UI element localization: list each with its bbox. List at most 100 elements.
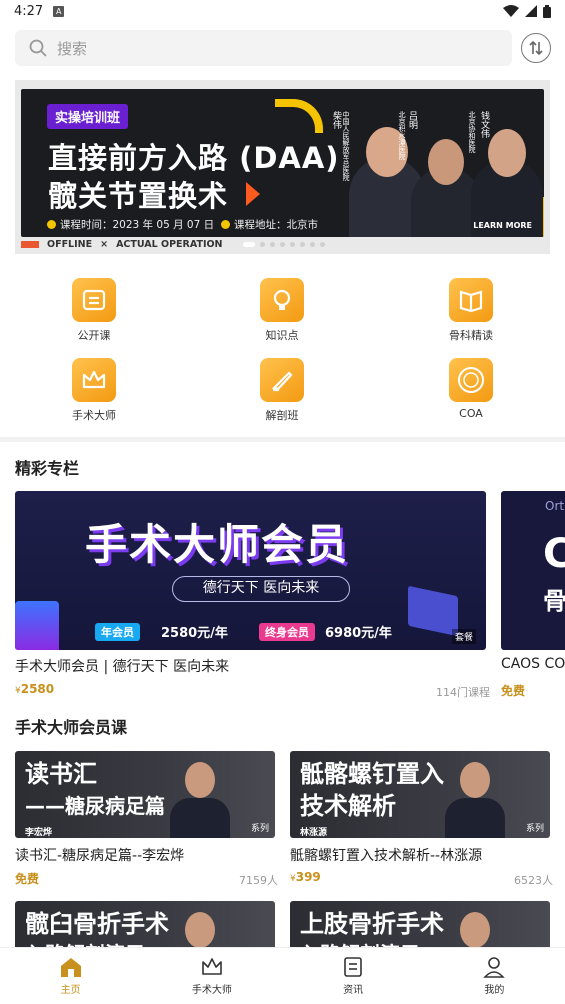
nav-profile[interactable]: 我的	[424, 948, 565, 1004]
carousel-dot[interactable]	[260, 242, 265, 247]
doctor-3-name: 钱文伟	[479, 111, 489, 138]
doctor-2-name: 吕明	[407, 111, 417, 129]
course-thumb-line1: 髋臼骨折手术	[25, 910, 169, 938]
life-member-price: 6980元/年	[325, 626, 392, 641]
grid-label: 手术大师	[72, 409, 116, 422]
footer-actual: ACTUAL OPERATION	[116, 239, 223, 250]
course-lecturer-photo	[440, 756, 510, 838]
banner-time-text: 课程时间：2023 年 05 月 07 日	[60, 219, 215, 231]
price-value: 399	[295, 870, 321, 884]
course-caption[interactable]: 骶髂螺钉置入技术解析--林涨源	[290, 845, 482, 865]
year-member-price: 2580元/年	[161, 626, 228, 641]
nav-news[interactable]: 资讯	[283, 948, 424, 1004]
section-title-member-courses: 手术大师会员课	[15, 718, 128, 737]
banner-location: 课程地址：北京市	[221, 217, 318, 232]
course-series-tag: 系列	[525, 824, 544, 834]
featured-card-caos[interactable]: Ort C 骨	[501, 491, 565, 650]
lightbulb-icon	[260, 278, 304, 322]
decor-shape	[15, 601, 59, 650]
course-thumb-line1: 骶髂螺钉置入	[300, 760, 444, 788]
carousel-dot[interactable]	[290, 242, 295, 247]
check-icon	[47, 220, 56, 229]
section-title-featured: 精彩专栏	[15, 459, 80, 478]
course-thumb-line2: ——糖尿病足篇	[25, 794, 165, 818]
grid-label: 骨科精读	[449, 329, 493, 342]
carousel-dot[interactable]	[320, 242, 325, 247]
search-placeholder: 搜索	[57, 39, 88, 58]
book-icon	[449, 278, 493, 322]
coa-logo-icon	[449, 358, 493, 402]
featured-card-count: 114门课程	[436, 686, 490, 699]
doctor-affiliation-3: 北京协和医院	[468, 111, 476, 153]
banner-time: 课程时间：2023 年 05 月 07 日	[47, 217, 214, 232]
nav-label-profile: 我的	[484, 985, 505, 996]
course-card-thumb[interactable]: 读书汇 ——糖尿病足篇 李宏烨 系列	[15, 751, 275, 838]
course-price: 免费	[15, 872, 40, 886]
course-thumb-line1: 上肢骨折手术	[300, 910, 444, 938]
nav-label-home: 主页	[60, 985, 81, 996]
grid-label: COA	[459, 407, 483, 420]
carousel-dot[interactable]	[280, 242, 285, 247]
carousel-dot[interactable]	[310, 242, 315, 247]
grid-label: 解剖班	[265, 409, 299, 422]
banner-title-line2: 髋关节置换术	[48, 179, 229, 213]
search-input[interactable]: 搜索	[15, 30, 512, 66]
featured-card2-price: 免费	[501, 684, 526, 698]
battery-icon	[543, 4, 551, 18]
grid-item-anatomy[interactable]: 解剖班	[242, 358, 322, 423]
decor-shape	[408, 585, 458, 637]
open-class-icon	[72, 278, 116, 322]
featured-card2-top-text: Ort	[545, 499, 565, 513]
home-icon	[60, 958, 81, 977]
course-caption[interactable]: 读书汇-糖尿病足篇--李宏烨	[15, 845, 184, 865]
nav-home[interactable]: 主页	[0, 948, 141, 1004]
doctor-affiliation-2: 北京积水潭医院	[398, 111, 406, 160]
course-lecturer-name: 李宏烨	[25, 828, 53, 838]
grid-item-coa[interactable]: COA	[431, 358, 511, 420]
banner-location-text: 课程地址：北京市	[234, 219, 318, 231]
carousel-dot-active[interactable]	[243, 242, 255, 247]
check-icon	[221, 220, 230, 229]
footer-color-bar	[21, 241, 39, 248]
scalpel-icon	[260, 358, 304, 402]
doctor-1-name: 柴伟	[331, 111, 341, 129]
course-thumb-line2: 技术解析	[300, 792, 396, 820]
package-badge: 套餐	[451, 629, 476, 644]
nav-surgery-master[interactable]: 手术大师	[141, 948, 282, 1004]
grid-item-knowledge[interactable]: 知识点	[242, 278, 322, 343]
featured-card-title: 手术大师会员	[85, 520, 350, 569]
featured-card2-caption[interactable]: CAOS CO	[501, 656, 565, 672]
crown-icon	[72, 358, 116, 402]
status-bar: 4:27 A	[0, 0, 565, 22]
banner-slide[interactable]: 实操培训班 直接前方入路 (DAA) 髋关节置换术 课程时间：2023 年 05…	[21, 89, 544, 237]
sort-button[interactable]	[521, 33, 551, 63]
featured-card-caption[interactable]: 手术大师会员 | 德行天下 医向未来	[15, 656, 229, 676]
grid-item-ortho-reading[interactable]: 骨科精读	[431, 278, 511, 343]
course-lecturer-name: 林涨源	[300, 828, 328, 838]
banner-learn-more[interactable]: LEARN MORE	[473, 221, 532, 230]
course-lecturer-photo	[165, 756, 235, 838]
crown-icon	[202, 958, 222, 975]
grid-item-surgery-master[interactable]: 手术大师	[54, 358, 134, 423]
nav-label-surgery-master: 手术大师	[191, 985, 232, 996]
featured-card-price: ¥2580	[15, 682, 54, 696]
featured-card2-small: 骨	[543, 587, 565, 615]
grid-label: 公开课	[77, 329, 111, 342]
course-count: 7159人	[239, 874, 278, 887]
search-row: 搜索	[0, 28, 565, 68]
course-series-tag: 系列	[250, 824, 269, 834]
carousel-indicator[interactable]	[243, 242, 325, 247]
carousel-dot[interactable]	[270, 242, 275, 247]
grid-item-open-class[interactable]: 公开课	[54, 278, 134, 343]
carousel-dot[interactable]	[300, 242, 305, 247]
featured-card-slogan: 德行天下 医向未来	[172, 576, 350, 602]
life-member-tag: 终身会员	[259, 623, 315, 641]
status-time: 4:27	[14, 3, 44, 19]
course-card-thumb[interactable]: 骶髂螺钉置入 技术解析 林涨源 系列	[290, 751, 550, 838]
search-icon	[29, 39, 47, 57]
footer-offline: OFFLINE	[47, 239, 93, 250]
doctor-name-1: 柴伟	[331, 111, 341, 129]
featured-card-membership[interactable]: 手术大师会员 德行天下 医向未来 年会员 2580元/年 终身会员 6980元/…	[15, 491, 486, 650]
banner-carousel[interactable]: 实操培训班 直接前方入路 (DAA) 髋关节置换术 课程时间：2023 年 05…	[15, 80, 550, 254]
news-icon	[344, 957, 362, 977]
